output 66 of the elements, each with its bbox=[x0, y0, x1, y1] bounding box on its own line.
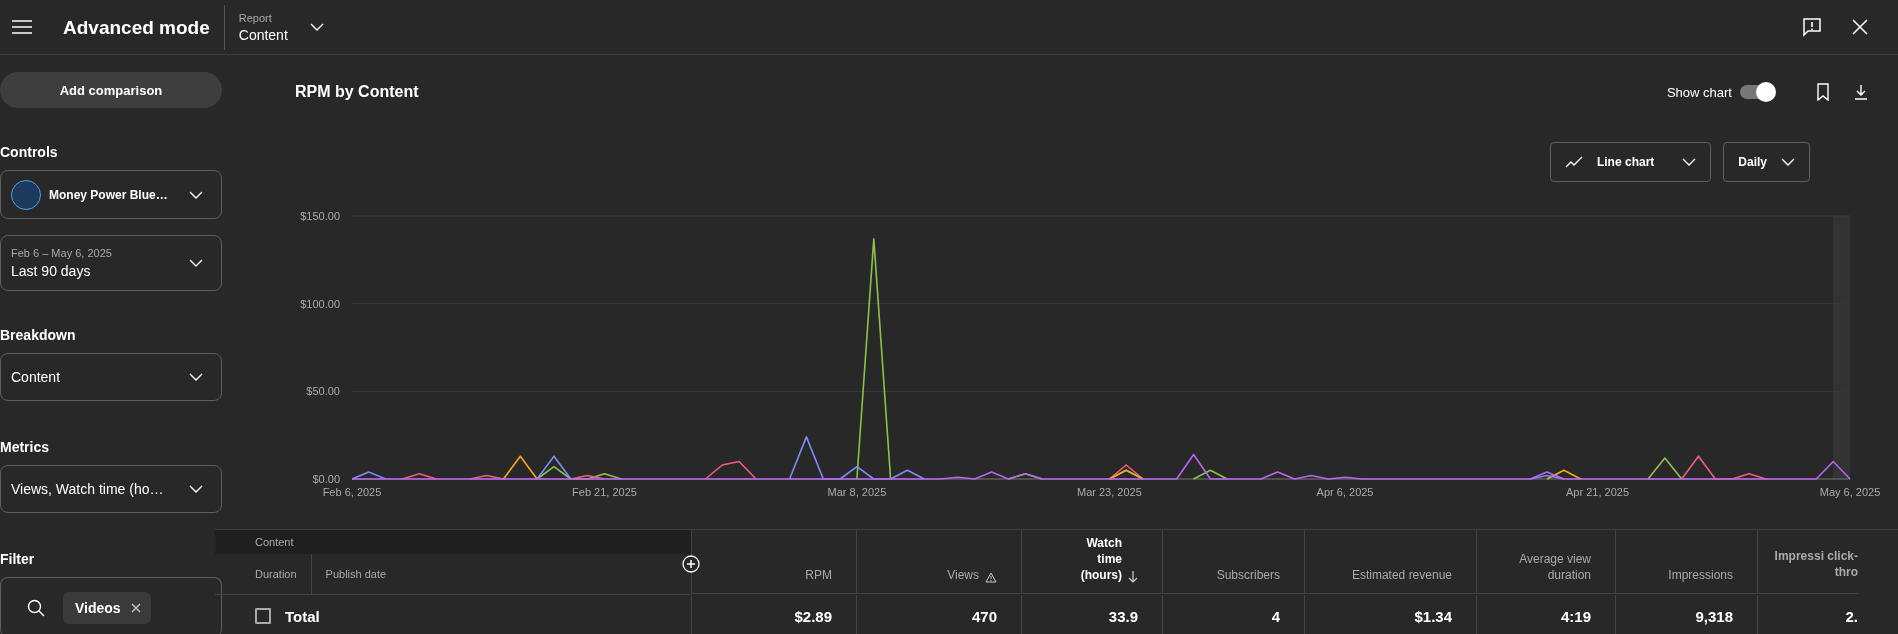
axis-label: May 6, 2025 bbox=[1819, 486, 1881, 498]
close-icon[interactable] bbox=[130, 602, 141, 613]
arrow-down-icon bbox=[1128, 571, 1138, 583]
section-heading: Breakdown bbox=[0, 327, 77, 343]
metrics-dropdown[interactable]: Views, Watch time (ho… bbox=[0, 465, 222, 513]
close-icon[interactable] bbox=[1850, 17, 1870, 37]
download-icon[interactable] bbox=[1852, 83, 1870, 101]
app-title: Advanced mode bbox=[63, 4, 225, 50]
breakdown-dropdown[interactable]: Content bbox=[0, 353, 222, 401]
add-comparison-button[interactable]: Add comparison bbox=[0, 72, 222, 108]
column-header[interactable]: Subscribers bbox=[1216, 567, 1280, 583]
axis-label: Apr 6, 2025 bbox=[1316, 486, 1374, 498]
table-cell: 2. bbox=[1845, 607, 1858, 625]
column-header[interactable]: Impressions bbox=[1668, 567, 1733, 583]
axis-label: $100.00 bbox=[300, 297, 340, 310]
line-chart-icon bbox=[1564, 156, 1583, 168]
table-cell: 4 bbox=[1271, 607, 1280, 625]
column-header[interactable]: Publish date bbox=[310, 554, 401, 594]
interval-dropdown[interactable]: Daily bbox=[1723, 142, 1810, 182]
column-header[interactable]: Watch time (hours) bbox=[1078, 535, 1122, 583]
table-cell: 470 bbox=[971, 607, 997, 625]
avatar-icon bbox=[11, 179, 41, 210]
show-chart-toggle[interactable] bbox=[1740, 85, 1774, 99]
axis-label: $0.00 bbox=[312, 473, 340, 485]
bookmark-icon[interactable] bbox=[1814, 83, 1832, 101]
menu-icon[interactable] bbox=[12, 20, 32, 34]
chevron-down-icon bbox=[309, 23, 324, 31]
axis-label: Feb 21, 2025 bbox=[572, 486, 637, 498]
filter-chip[interactable]: Videos bbox=[63, 591, 151, 624]
axis-label: Apr 21, 2025 bbox=[1566, 486, 1630, 498]
column-header[interactable]: Estimated revenue bbox=[1351, 567, 1452, 583]
column-header[interactable]: Average view duration bbox=[1489, 551, 1591, 583]
column-header[interactable]: RPM bbox=[805, 567, 832, 583]
chevron-down-icon bbox=[1781, 158, 1795, 166]
table-cell: 33.9 bbox=[1108, 607, 1138, 625]
axis-label: Feb 6, 2025 bbox=[322, 486, 382, 498]
row-checkbox[interactable] bbox=[255, 608, 271, 624]
table-cell: $2.89 bbox=[794, 607, 832, 625]
chart-type-dropdown[interactable]: Line chart bbox=[1549, 142, 1712, 182]
chevron-down-icon bbox=[189, 259, 203, 267]
section-heading: Controls bbox=[0, 144, 59, 160]
section-heading: Metrics bbox=[0, 439, 51, 455]
table-cell: $1.34 bbox=[1414, 607, 1452, 625]
chevron-down-icon bbox=[189, 485, 203, 493]
axis-label: Mar 23, 2025 bbox=[1077, 486, 1142, 498]
axis-label: $150.00 bbox=[300, 210, 340, 222]
report-selector[interactable]: Report Content bbox=[238, 11, 288, 43]
axis-label: Mar 8, 2025 bbox=[827, 486, 887, 498]
search-icon bbox=[27, 598, 45, 617]
toggle-label: Show chart bbox=[1666, 84, 1732, 100]
section-heading: Filter bbox=[0, 551, 36, 567]
row-label: Total bbox=[285, 607, 320, 625]
column-header[interactable]: Impressi click-thro bbox=[1770, 548, 1858, 580]
table-cell: 9,318 bbox=[1695, 607, 1733, 625]
feedback-icon[interactable] bbox=[1802, 17, 1822, 37]
chevron-down-icon bbox=[189, 373, 203, 381]
table-cell: 4:19 bbox=[1560, 607, 1591, 625]
report-title: RPM by Content bbox=[295, 83, 419, 101]
column-header[interactable]: Views bbox=[947, 567, 979, 583]
channel-dropdown[interactable]: Money Power Blue… bbox=[0, 170, 222, 219]
axis-label: $50.00 bbox=[306, 385, 340, 398]
chevron-down-icon bbox=[189, 190, 203, 199]
add-column-icon[interactable] bbox=[682, 555, 700, 573]
column-header: Content bbox=[215, 530, 691, 554]
date-range-dropdown[interactable]: Feb 6 – May 6, 2025 Last 90 days bbox=[0, 235, 222, 291]
chevron-down-icon bbox=[1682, 158, 1697, 166]
